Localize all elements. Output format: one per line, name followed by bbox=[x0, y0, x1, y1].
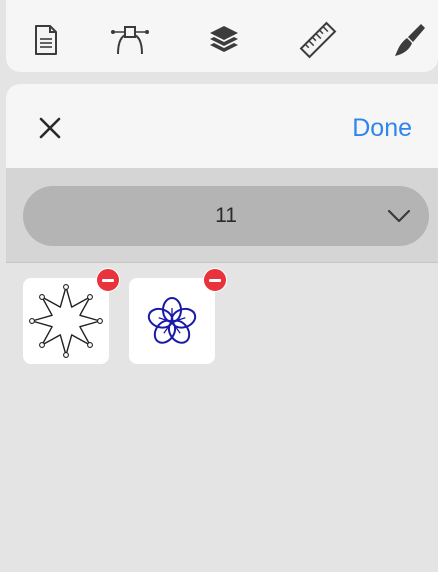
star-vertex-handle bbox=[63, 352, 69, 358]
star-vertex-handle bbox=[39, 294, 45, 300]
flower-shape-icon bbox=[147, 297, 197, 344]
picker-value: 11 bbox=[215, 204, 237, 227]
collection-picker[interactable]: 11 bbox=[23, 186, 429, 246]
shape-card-star[interactable] bbox=[23, 278, 109, 364]
shape-card-flower[interactable] bbox=[129, 278, 215, 364]
document-button[interactable] bbox=[24, 18, 68, 62]
document-icon bbox=[35, 25, 57, 55]
star-vertex-handle bbox=[97, 318, 103, 324]
shape-library-panel: Done 11 bbox=[6, 84, 438, 572]
done-button[interactable]: Done bbox=[352, 112, 412, 144]
star-vertex-handle bbox=[87, 294, 93, 300]
layers-icon bbox=[210, 26, 238, 52]
star-shape-icon bbox=[29, 284, 103, 358]
remove-flower-button[interactable] bbox=[203, 268, 227, 292]
remove-icon bbox=[209, 278, 221, 282]
ruler-icon bbox=[299, 21, 337, 59]
bezier-pen-icon bbox=[111, 26, 149, 55]
picker-area: 11 bbox=[6, 168, 438, 263]
chevron-down-icon bbox=[387, 209, 411, 223]
shape-gallery bbox=[6, 263, 438, 572]
star-vertex-handle bbox=[87, 342, 93, 348]
close-icon bbox=[39, 117, 61, 139]
panel-header: Done bbox=[6, 84, 438, 168]
paintbrush-button[interactable] bbox=[388, 18, 432, 62]
top-toolbar bbox=[6, 0, 438, 72]
star-vertex-handle bbox=[63, 284, 69, 290]
bezier-pen-button[interactable] bbox=[108, 18, 152, 62]
star-vertex-handle bbox=[29, 318, 35, 324]
close-button[interactable] bbox=[34, 112, 66, 144]
layers-button[interactable] bbox=[202, 18, 246, 62]
remove-icon bbox=[102, 278, 114, 282]
ruler-button[interactable] bbox=[296, 18, 340, 62]
star-vertex-handle bbox=[39, 342, 45, 348]
remove-star-button[interactable] bbox=[96, 268, 120, 292]
paintbrush-icon bbox=[395, 24, 425, 56]
